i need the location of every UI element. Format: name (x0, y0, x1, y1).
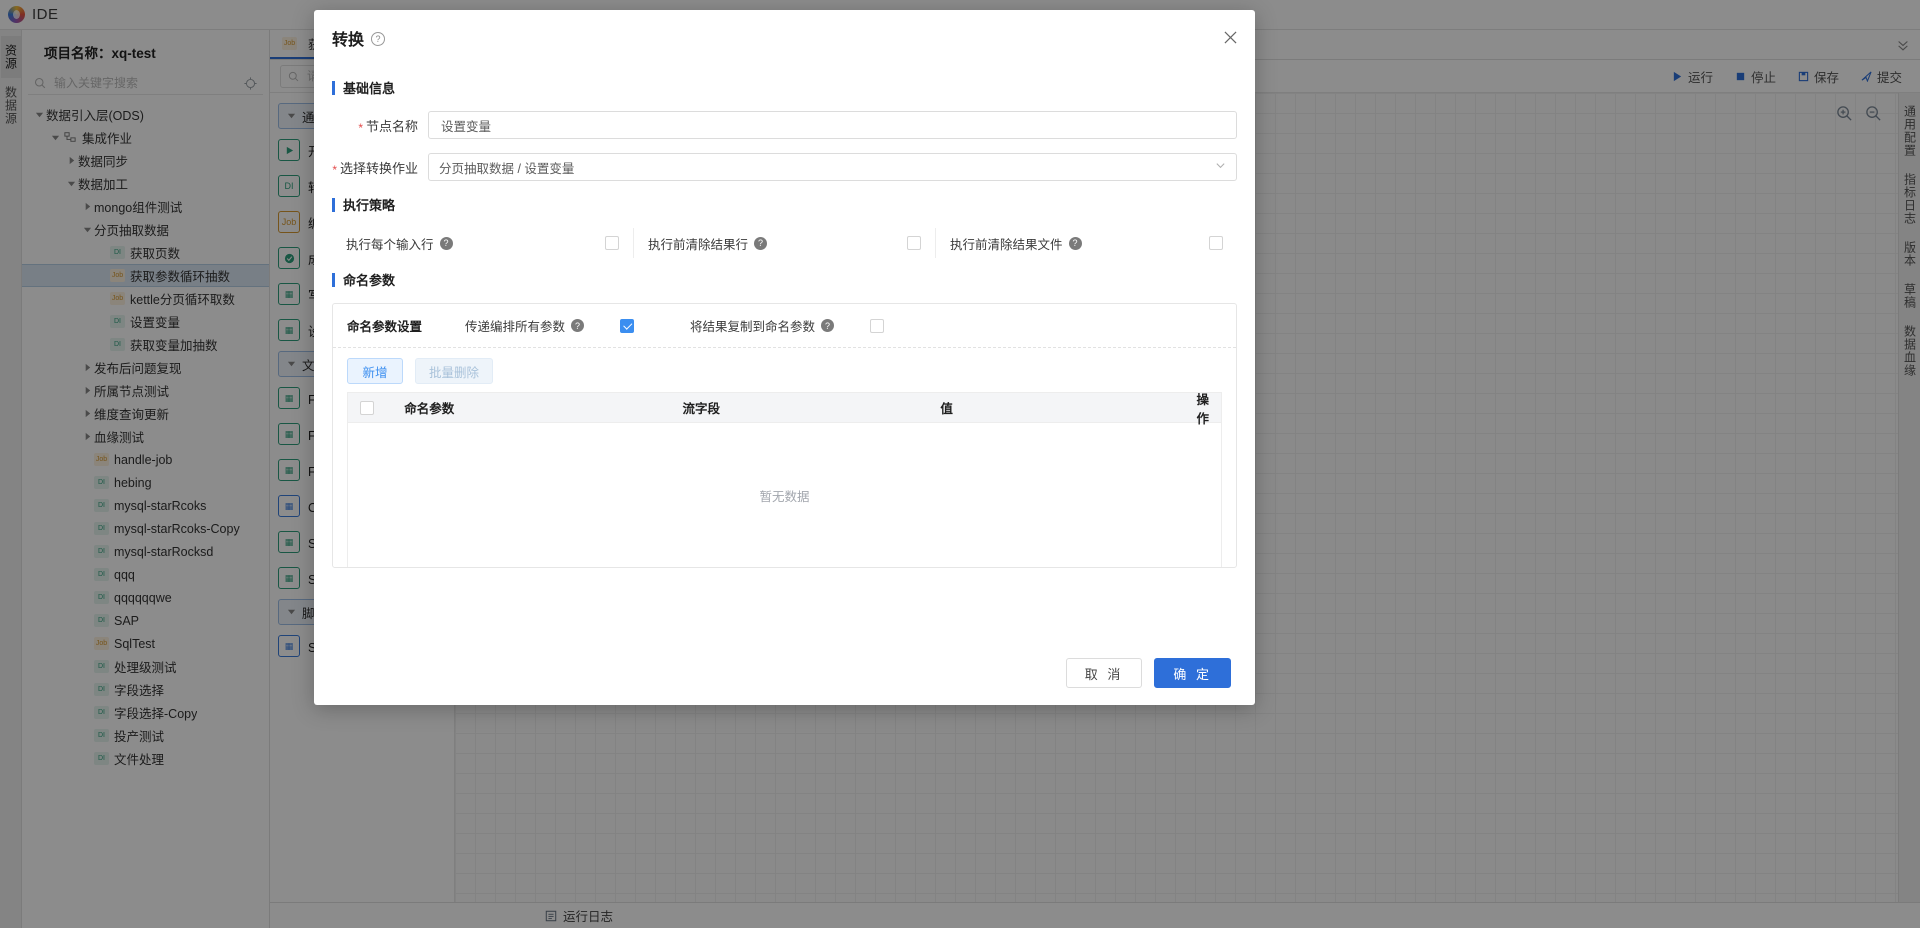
question-mark-icon[interactable]: ? (1069, 237, 1082, 250)
option-pass-all-params-checkbox[interactable] (620, 319, 634, 333)
close-icon[interactable] (1221, 28, 1239, 46)
table-header-row: 命名参数 流字段 值 操作 (348, 393, 1221, 423)
option-copy-results: 将结果复制到命名参数 ? (690, 316, 884, 335)
option-copy-results-checkbox[interactable] (870, 319, 884, 333)
question-mark-icon[interactable]: ? (571, 319, 584, 332)
question-circle-icon[interactable]: ? (371, 32, 385, 46)
named-params-header: 命名参数设置 传递编排所有参数 ? 将结果复制到命名参数 ? (333, 304, 1236, 348)
column-header-operation: 操作 (1185, 389, 1222, 427)
named-params-table: 命名参数 流字段 值 操作 暂无数据 (347, 392, 1222, 567)
column-header-value: 值 (928, 398, 1184, 417)
select-all-cell (348, 401, 392, 415)
section-basic-info: 基础信息 (332, 78, 1237, 97)
option-copy-results-label: 将结果复制到命名参数 (690, 316, 815, 335)
node-name-input[interactable] (439, 117, 1226, 133)
strategy-option-label: 执行每个输入行 (346, 234, 434, 253)
confirm-button[interactable]: 确 定 (1154, 658, 1231, 688)
column-header-stream-field: 流字段 (670, 398, 928, 417)
column-header-named-param: 命名参数 (392, 398, 670, 417)
dialog-body: 基础信息 节点名称 选择转换作业 分页抽取数据 / 设置变量 执行策略 执行每个… (314, 66, 1255, 641)
batch-delete-button[interactable]: 批量删除 (415, 358, 493, 384)
strategy-option-cell: 执行前清除结果文件? (936, 228, 1237, 258)
strategy-option-cell: 执行前清除结果行? (634, 228, 936, 258)
question-mark-icon[interactable]: ? (440, 237, 453, 250)
strategy-option-checkbox[interactable] (1209, 236, 1223, 250)
question-mark-icon[interactable]: ? (821, 319, 834, 332)
node-name-control[interactable] (428, 111, 1237, 139)
param-action-buttons: 新增 批量删除 (333, 348, 1236, 392)
section-execution-strategy: 执行策略 (332, 195, 1237, 214)
strategy-option-checkbox[interactable] (907, 236, 921, 250)
transform-job-select[interactable]: 分页抽取数据 / 设置变量 (428, 153, 1237, 181)
strategy-option-cell: 执行每个输入行? (332, 228, 634, 258)
add-param-button[interactable]: 新增 (347, 358, 403, 384)
question-mark-icon[interactable]: ? (754, 237, 767, 250)
option-pass-all-params: 传递编排所有参数 ? (465, 316, 634, 335)
strategy-options-row: 执行每个输入行?执行前清除结果行?执行前清除结果文件? (332, 228, 1237, 258)
field-transform-job: 选择转换作业 分页抽取数据 / 设置变量 (332, 153, 1237, 181)
select-all-checkbox[interactable] (360, 401, 374, 415)
cancel-button[interactable]: 取 消 (1066, 658, 1143, 688)
chevron-down-icon (1215, 160, 1226, 174)
transform-job-label: 选择转换作业 (332, 158, 428, 177)
strategy-option-label: 执行前清除结果行 (648, 234, 748, 253)
transform-dialog: 转换 ? 基础信息 节点名称 选择转换作业 分页抽取数据 / 设置变量 (314, 10, 1255, 705)
named-params-settings-label: 命名参数设置 (347, 316, 465, 335)
dialog-footer: 取 消 确 定 (314, 641, 1255, 705)
strategy-option-label: 执行前清除结果文件 (950, 234, 1063, 253)
dialog-header: 转换 ? (314, 10, 1255, 66)
field-node-name: 节点名称 (332, 111, 1237, 139)
transform-job-value: 分页抽取数据 / 设置变量 (439, 158, 574, 177)
node-name-label: 节点名称 (332, 116, 428, 135)
named-params-panel: 命名参数设置 传递编排所有参数 ? 将结果复制到命名参数 ? 新增 批量删除 (332, 303, 1237, 568)
table-empty-state: 暂无数据 (348, 423, 1221, 567)
section-named-params: 命名参数 (332, 270, 1237, 289)
strategy-option-checkbox[interactable] (605, 236, 619, 250)
dialog-title: 转换 (332, 26, 364, 50)
option-pass-all-params-label: 传递编排所有参数 (465, 316, 565, 335)
